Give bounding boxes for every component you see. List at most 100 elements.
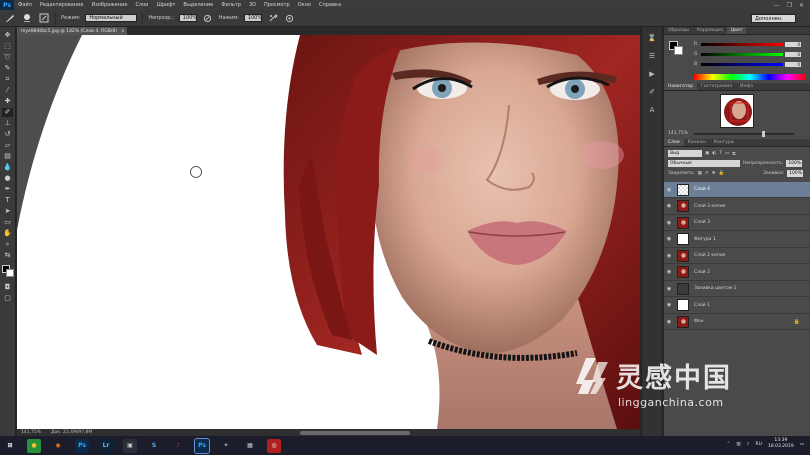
- tab-histogram[interactable]: Гистограмма: [697, 83, 736, 90]
- color-spectrum[interactable]: [694, 74, 806, 80]
- taskbar-app-icon[interactable]: Ps: [75, 438, 89, 453]
- tab-channels[interactable]: Каналы: [684, 139, 710, 146]
- type-tool-icon[interactable]: T: [2, 196, 13, 205]
- eraser-tool-icon[interactable]: ▱: [2, 141, 13, 150]
- menu-filter[interactable]: Фильтр: [217, 2, 245, 8]
- brush-size-icon[interactable]: [21, 12, 33, 24]
- menu-file[interactable]: Файл: [14, 2, 36, 8]
- lock-position-icon[interactable]: ✥: [712, 171, 716, 176]
- tab-info[interactable]: Инфо: [736, 83, 757, 90]
- menu-layers[interactable]: Слои: [131, 2, 152, 8]
- layer-row[interactable]: ◉ Слой 3 копия: [664, 199, 810, 215]
- path-select-tool-icon[interactable]: ➤: [2, 207, 13, 216]
- navigator-zoom[interactable]: 141,75%: [668, 131, 688, 136]
- history-brush-tool-icon[interactable]: ↺: [2, 130, 13, 139]
- blue-slider[interactable]: [701, 62, 783, 66]
- dodge-tool-icon[interactable]: ●: [2, 174, 13, 183]
- taskbar-app-icon[interactable]: ●: [27, 438, 41, 453]
- visibility-eye-icon[interactable]: ◉: [664, 269, 674, 275]
- document-tab[interactable]: mya9840bc5.jpg @ 142% (Слой 4, RGB/8) ×: [17, 27, 127, 35]
- color-swatches[interactable]: [1, 265, 14, 277]
- visibility-eye-icon[interactable]: ◉: [664, 302, 674, 308]
- taskbar-app-icon[interactable]: ◉: [51, 438, 65, 453]
- zoom-tool-icon[interactable]: ⌕: [2, 240, 13, 249]
- taskbar-app-icon[interactable]: Lr: [99, 438, 113, 453]
- layer-row[interactable]: ◉ Слой 1: [664, 298, 810, 314]
- language-indicator[interactable]: RU: [756, 442, 762, 447]
- visibility-eye-icon[interactable]: ◉: [664, 187, 674, 193]
- marquee-tool-icon[interactable]: ⬚: [2, 42, 13, 51]
- visibility-eye-icon[interactable]: ◉: [664, 286, 674, 292]
- filter-type-icon[interactable]: T: [719, 151, 722, 156]
- lock-transparency-icon[interactable]: ▦: [698, 171, 702, 176]
- filter-shape-icon[interactable]: ▭: [725, 151, 729, 156]
- layer-row[interactable]: ◉ Слой 2: [664, 265, 810, 281]
- green-value[interactable]: 0: [785, 51, 801, 57]
- tab-adjustments[interactable]: Коррекция: [693, 27, 727, 34]
- layer-opacity-field[interactable]: 100%: [786, 160, 803, 167]
- menu-image[interactable]: Изображение: [87, 2, 131, 8]
- character-panel-icon[interactable]: A: [646, 105, 658, 115]
- filter-adjust-icon[interactable]: ◐: [712, 151, 716, 156]
- opacity-field[interactable]: 100%: [178, 14, 197, 22]
- visibility-eye-icon[interactable]: ◉: [664, 203, 674, 209]
- start-button[interactable]: ⊞: [3, 438, 17, 453]
- hand-tool-icon[interactable]: ✋: [2, 229, 13, 238]
- visibility-eye-icon[interactable]: ◉: [664, 220, 674, 226]
- menu-type[interactable]: Шрифт: [152, 2, 179, 8]
- visibility-eye-icon[interactable]: ◉: [664, 319, 674, 325]
- color-panel-swatches[interactable]: [669, 41, 683, 55]
- clock[interactable]: 13:39 18.03.2019: [768, 438, 794, 450]
- taskbar-app-icon[interactable]: ▦: [243, 438, 257, 453]
- tab-layers[interactable]: Слои: [664, 139, 684, 146]
- navigator-zoom-handle[interactable]: [762, 131, 765, 137]
- menu-3d[interactable]: 3D: [245, 2, 260, 8]
- layer-row[interactable]: ◉ Слой 2 копия: [664, 248, 810, 264]
- pressure-opacity-icon[interactable]: [202, 12, 214, 24]
- flow-field[interactable]: 100%: [243, 14, 262, 22]
- menu-edit[interactable]: Редактирование: [36, 2, 88, 8]
- move-tool-icon[interactable]: ✥: [2, 31, 13, 40]
- red-slider[interactable]: [701, 42, 783, 46]
- network-icon[interactable]: ▥: [736, 442, 740, 447]
- document-tab-close-button[interactable]: ×: [121, 29, 125, 34]
- layer-row[interactable]: ◉ Слой 4: [664, 182, 810, 198]
- menu-select[interactable]: Выделение: [179, 2, 217, 8]
- red-value[interactable]: 0: [785, 41, 801, 47]
- lock-pixels-icon[interactable]: ✐: [705, 171, 709, 176]
- layer-row[interactable]: ◉ Фон 🔒: [664, 314, 810, 330]
- shape-tool-icon[interactable]: ▭: [2, 218, 13, 227]
- brush-panel-icon[interactable]: [38, 12, 50, 24]
- taskbar-app-icon[interactable]: ♪: [171, 438, 185, 453]
- workspace-select[interactable]: Дополнен.: [751, 14, 796, 23]
- lock-all-icon[interactable]: 🔒: [718, 171, 724, 176]
- document-canvas[interactable]: [17, 35, 640, 429]
- pen-tool-icon[interactable]: ✒: [2, 185, 13, 194]
- visibility-eye-icon[interactable]: ◉: [664, 236, 674, 242]
- brush-preset-icon[interactable]: [4, 12, 16, 24]
- taskbar-app-icon[interactable]: Ps: [194, 437, 210, 454]
- menu-window[interactable]: Окно: [294, 2, 315, 8]
- lasso-tool-icon[interactable]: ➰: [2, 53, 13, 62]
- brush-tool-icon[interactable]: ✐: [2, 108, 13, 117]
- taskbar-app-icon[interactable]: ▣: [123, 438, 137, 453]
- properties-panel-icon[interactable]: ☰: [646, 51, 658, 61]
- tab-navigator[interactable]: Навигатор: [664, 83, 698, 90]
- eyedropper-tool-icon[interactable]: ⁄: [2, 86, 13, 95]
- pressure-size-icon[interactable]: [284, 12, 296, 24]
- menu-view[interactable]: Просмотр: [260, 2, 294, 8]
- notifications-icon[interactable]: ▭: [800, 442, 804, 447]
- quick-mask-icon[interactable]: ◘: [2, 283, 13, 292]
- tab-paths[interactable]: Контуры: [710, 139, 739, 146]
- visibility-eye-icon[interactable]: ◉: [664, 253, 674, 259]
- close-button[interactable]: ✕: [799, 2, 804, 9]
- tab-swatches[interactable]: Образцы: [664, 27, 693, 34]
- quick-select-tool-icon[interactable]: ✎: [2, 64, 13, 73]
- color-panel-background[interactable]: [674, 46, 683, 55]
- blend-mode-select[interactable]: Обычные: [668, 160, 740, 167]
- layer-row[interactable]: ◉ Заливка цветом 1: [664, 281, 810, 297]
- filter-pixel-icon[interactable]: ▣: [705, 151, 709, 156]
- minimize-button[interactable]: —: [774, 2, 780, 9]
- volume-icon[interactable]: ♪: [747, 442, 750, 447]
- screen-mode-icon[interactable]: ▢: [2, 294, 13, 303]
